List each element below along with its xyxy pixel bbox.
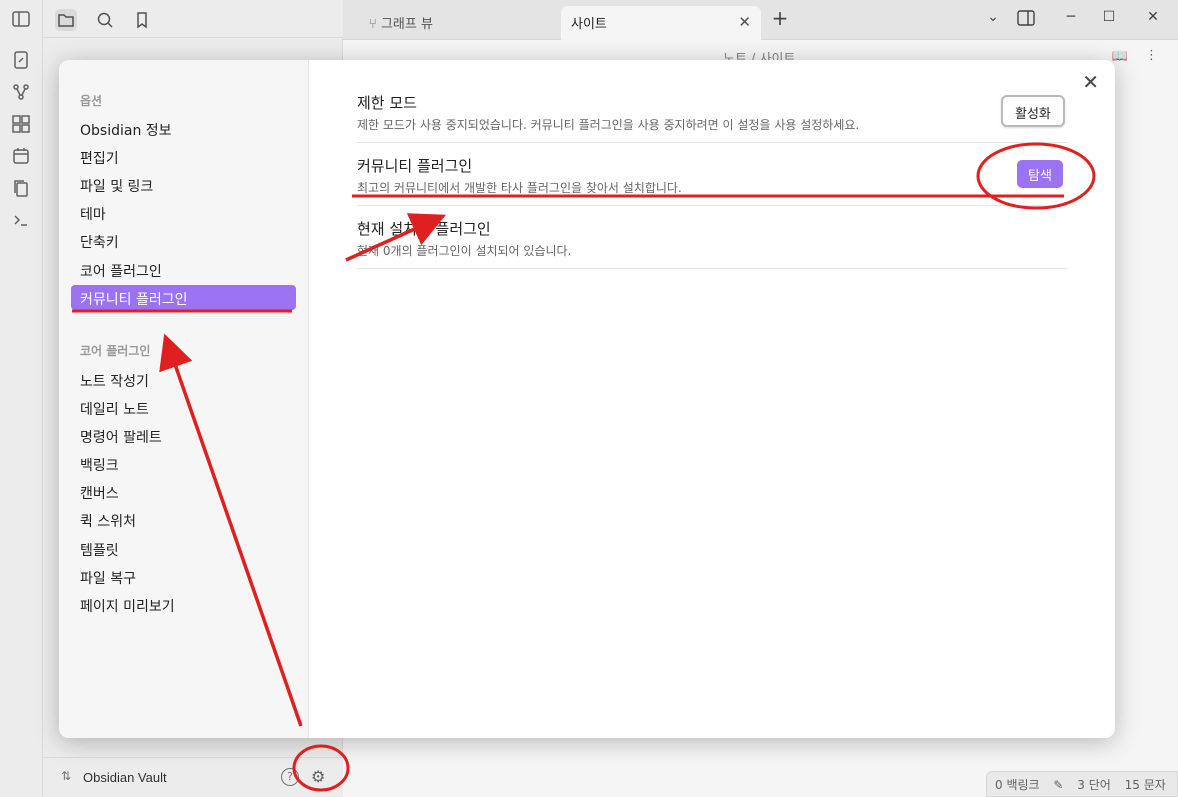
settings-item-community-plugins[interactable]: 커뮤니티 플러그인 <box>71 285 296 310</box>
setting-description: 최고의 커뮤니티에서 개발한 타사 플러그인을 찾아서 설치합니다. <box>357 181 682 195</box>
settings-modal: 옵션 Obsidian 정보 편집기 파일 및 링크 테마 단축키 코어 플러그… <box>59 60 1115 738</box>
section-heading-core-plugins: 코어 플러그인 <box>80 344 151 358</box>
section-heading-options: 옵션 <box>80 94 103 108</box>
settings-item-files-links[interactable]: 파일 및 링크 <box>71 172 296 197</box>
settings-item-note-composer[interactable]: 노트 작성기 <box>71 367 296 392</box>
settings-item-page-preview[interactable]: 페이지 미리보기 <box>71 592 296 617</box>
browse-plugins-button[interactable]: 탐색 <box>1017 160 1063 188</box>
settings-item-about[interactable]: Obsidian 정보 <box>71 116 296 141</box>
settings-item-hotkeys[interactable]: 단축키 <box>71 228 296 253</box>
setting-installed-plugins: 현재 설치된 플러그인 현재 0개의 플러그인이 설치되어 있습니다. <box>357 214 1067 269</box>
settings-item-canvas[interactable]: 캔버스 <box>71 479 296 504</box>
setting-description: 현재 0개의 플러그인이 설치되어 있습니다. <box>357 244 572 258</box>
settings-item-file-recovery[interactable]: 파일 복구 <box>71 564 296 589</box>
setting-description: 제한 모드가 사용 중지되었습니다. 커뮤니티 플러그인을 사용 중지하려면 이… <box>357 118 860 132</box>
modal-close-icon[interactable]: ✕ <box>1082 70 1099 94</box>
setting-name: 커뮤니티 플러그인 <box>357 157 473 175</box>
settings-item-daily-notes[interactable]: 데일리 노트 <box>71 395 296 420</box>
setting-restricted-mode: 제한 모드 제한 모드가 사용 중지되었습니다. 커뮤니티 플러그인을 사용 중… <box>357 88 1067 143</box>
settings-item-backlinks[interactable]: 백링크 <box>71 451 296 476</box>
setting-community-plugins: 커뮤니티 플러그인 최고의 커뮤니티에서 개발한 타사 플러그인을 찾아서 설치… <box>357 151 1067 206</box>
settings-item-quick-switcher[interactable]: 퀵 스위처 <box>71 507 296 532</box>
settings-item-templates[interactable]: 템플릿 <box>71 536 296 561</box>
enable-restricted-mode-button[interactable]: 활성화 <box>1001 95 1065 127</box>
settings-item-core-plugins[interactable]: 코어 플러그인 <box>71 257 296 282</box>
settings-item-editor[interactable]: 편집기 <box>71 144 296 169</box>
settings-item-command-palette[interactable]: 명령어 팔레트 <box>71 423 296 448</box>
settings-sidebar: 옵션 Obsidian 정보 편집기 파일 및 링크 테마 단축키 코어 플러그… <box>59 60 309 738</box>
settings-item-appearance[interactable]: 테마 <box>71 200 296 225</box>
setting-name: 제한 모드 <box>357 94 417 112</box>
setting-name: 현재 설치된 플러그인 <box>357 220 491 238</box>
